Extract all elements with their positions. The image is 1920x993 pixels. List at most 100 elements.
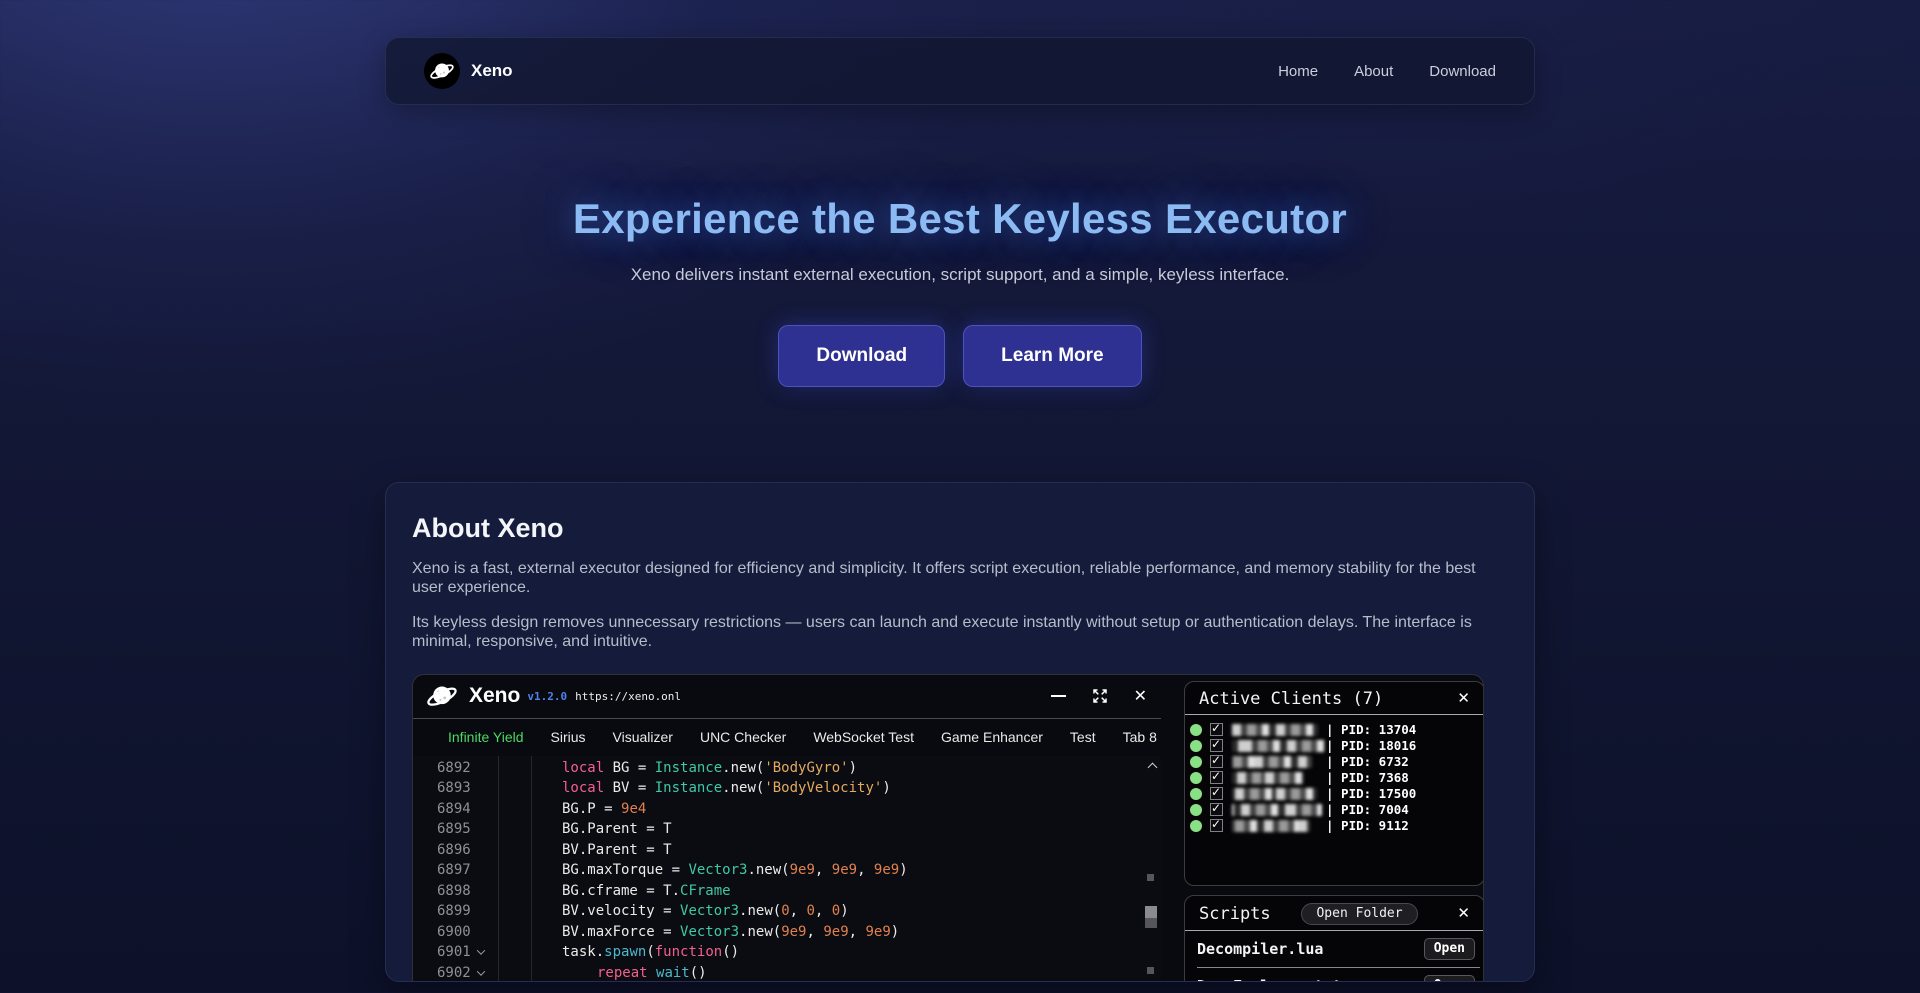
scrollbar-thumb <box>1145 906 1157 928</box>
code-line: 6895 BG.Parent = T <box>413 819 1161 840</box>
tab-websocket-test: WebSocket Test <box>813 729 914 745</box>
line-gutter: 6898 <box>413 883 493 899</box>
client-pid: | PID: 17500 <box>1326 786 1416 801</box>
hero-section: Experience the Best Keyless Executor Xen… <box>0 195 1920 387</box>
online-dot-icon <box>1190 724 1202 736</box>
active-clients-header: Active Clients (7) ✕ <box>1185 682 1484 711</box>
fold-chevron-icon <box>477 967 485 975</box>
fold-chevron-icon <box>477 947 485 955</box>
about-paragraph-1: Xeno is a fast, external executor design… <box>412 560 1508 598</box>
line-gutter: 6900 <box>413 924 493 940</box>
code-line: 6900 BV.maxForce = Vector3.new(9e9, 9e9, … <box>413 922 1161 943</box>
client-row: | PID: 6732 <box>1190 754 1476 770</box>
line-number: 6900 <box>437 924 475 940</box>
client-list: | PID: 13704| PID: 18016| PID: 6732| PID… <box>1185 715 1484 834</box>
client-row: | PID: 18016 <box>1190 738 1476 754</box>
window-controls: ✕ <box>1051 687 1147 705</box>
code-text: BG.P = 9e4 <box>493 801 646 817</box>
client-checkbox <box>1210 819 1223 832</box>
nav-link-home[interactable]: Home <box>1278 63 1318 80</box>
client-name-blurred <box>1232 820 1326 832</box>
nav-link-download[interactable]: Download <box>1429 63 1496 80</box>
code-line: 6898 BG.cframe = T.CFrame <box>413 881 1161 902</box>
online-dot-icon <box>1190 820 1202 832</box>
tab-tab-8: Tab 8 <box>1123 729 1157 745</box>
code-editor: 6892 local BG = Instance.new('BodyGyro') 6… <box>413 756 1161 981</box>
open-script-button: Open <box>1424 975 1475 981</box>
code-line: 6897BG.maxTorque = Vector3.new(9e9, 9e9,… <box>413 860 1161 881</box>
line-gutter: 6895 <box>413 821 493 837</box>
line-number: 6894 <box>437 801 475 817</box>
line-gutter: 6902 <box>413 965 493 981</box>
line-number: 6898 <box>437 883 475 899</box>
close-icon: ✕ <box>1457 906 1470 921</box>
tab-infinite-yield: Infinite Yield <box>448 729 524 745</box>
client-pid: | PID: 7368 <box>1326 770 1409 785</box>
tab-unc-checker: UNC Checker <box>700 729 786 745</box>
client-name-blurred <box>1232 740 1326 752</box>
brand: Xeno <box>424 53 513 89</box>
app-version: v1.2.0 <box>527 690 567 703</box>
navbar: Xeno Home About Download <box>385 37 1535 105</box>
nav-link-about[interactable]: About <box>1354 63 1393 80</box>
code-text: local BV = Instance.new('BodyVelocity') <box>493 780 891 796</box>
line-number: 6893 <box>437 780 475 796</box>
code-line: 6893 local BV = Instance.new('BodyVelocit… <box>413 778 1161 799</box>
code-text: BG.cframe = T.CFrame <box>493 883 731 899</box>
tab-game-enhancer: Game Enhancer <box>941 729 1043 745</box>
tab-test: Test <box>1070 729 1096 745</box>
side-panels: Active Clients (7) ✕ | PID: 13704| PID: … <box>1184 681 1484 981</box>
line-gutter: 6892 <box>413 760 493 776</box>
client-checkbox <box>1210 723 1223 736</box>
app-titlebar: Xeno v1.2.0 https://xeno.onl ✕ <box>413 675 1161 719</box>
app-screenshot: Xeno v1.2.0 https://xeno.onl ✕ Infinite … <box>412 674 1484 981</box>
tab-visualizer: Visualizer <box>613 729 673 745</box>
client-checkbox <box>1210 803 1223 816</box>
code-text: BV.maxForce = Vector3.new(9e9, 9e9, 9e9) <box>493 924 899 940</box>
client-name-blurred <box>1232 788 1326 800</box>
client-name-blurred <box>1232 756 1326 768</box>
code-text: BG.Parent = T <box>493 821 672 837</box>
script-item: Decompiler.luaOpen <box>1197 931 1480 968</box>
client-checkbox <box>1210 739 1223 752</box>
line-gutter: 6894 <box>413 801 493 817</box>
scrollbar-mark <box>1147 874 1154 881</box>
line-number: 6897 <box>437 862 475 878</box>
line-gutter: 6896 <box>413 842 493 858</box>
indent-guide <box>531 756 532 981</box>
code-lines: 6892 local BG = Instance.new('BodyGyro') 6… <box>413 758 1161 981</box>
learn-more-button[interactable]: Learn More <box>963 325 1141 387</box>
online-dot-icon <box>1190 788 1202 800</box>
script-name: Decompiler.lua <box>1197 940 1323 958</box>
about-card: About Xeno Xeno is a fast, external exec… <box>385 482 1535 982</box>
client-row: | PID: 7004 <box>1190 802 1476 818</box>
client-pid: | PID: 18016 <box>1326 738 1416 753</box>
line-gutter: 6901 <box>413 944 493 960</box>
indent-guide <box>498 756 499 981</box>
active-clients-panel: Active Clients (7) ✕ | PID: 13704| PID: … <box>1184 681 1484 886</box>
xeno-saturn-logo-icon <box>426 680 458 712</box>
code-text: task.spawn(function() <box>493 944 739 960</box>
hero-subtitle: Xeno delivers instant external execution… <box>0 265 1920 285</box>
line-number: 6902 <box>437 965 475 981</box>
client-checkbox <box>1210 755 1223 768</box>
script-tabbar: Infinite YieldSiriusVisualizerUNC Checke… <box>413 719 1161 756</box>
online-dot-icon <box>1190 740 1202 752</box>
xeno-saturn-logo-icon <box>424 53 460 89</box>
client-name-blurred <box>1232 804 1326 816</box>
code-text: local BG = Instance.new('BodyGyro') <box>493 760 857 776</box>
scripts-title: Scripts <box>1199 904 1271 924</box>
line-number: 6892 <box>437 760 475 776</box>
close-icon: ✕ <box>1457 691 1470 706</box>
app-url: https://xeno.onl <box>575 690 681 703</box>
app-title: Xeno <box>469 684 520 708</box>
download-button[interactable]: Download <box>778 325 945 387</box>
client-checkbox <box>1210 787 1223 800</box>
client-pid: | PID: 6732 <box>1326 754 1409 769</box>
hero-title: Experience the Best Keyless Executor <box>0 195 1920 243</box>
line-number: 6895 <box>437 821 475 837</box>
line-gutter: 6893 <box>413 780 493 796</box>
brand-name: Xeno <box>471 61 513 81</box>
client-pid: | PID: 9112 <box>1326 818 1409 833</box>
line-number: 6899 <box>437 903 475 919</box>
